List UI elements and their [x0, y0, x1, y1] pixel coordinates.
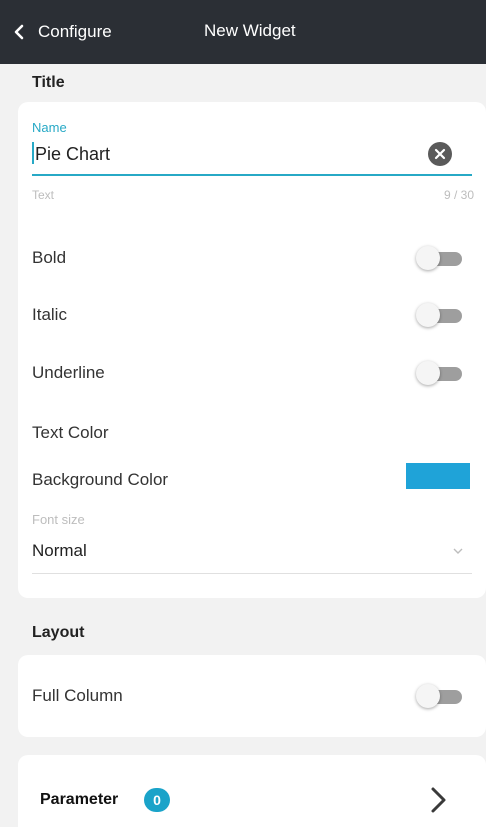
parameter-count-badge: 0 [144, 788, 170, 812]
clear-icon [434, 148, 446, 160]
back-button[interactable]: Configure [0, 0, 112, 64]
underline-toggle[interactable] [416, 360, 464, 386]
back-label: Configure [38, 22, 112, 41]
name-field-label: Name [32, 120, 67, 135]
top-bar: Configure New Widget [0, 0, 486, 64]
layout-card: Full Column [18, 655, 486, 737]
background-color-label: Background Color [32, 470, 169, 489]
text-color-label[interactable]: Text Color [32, 423, 109, 443]
toggle-thumb [416, 361, 440, 385]
font-size-select[interactable]: Normal [32, 541, 87, 561]
name-input[interactable]: Pie Chart [32, 142, 110, 165]
name-char-counter: 9 / 30 [443, 188, 474, 202]
page-title: New Widget [204, 21, 296, 40]
italic-label: Italic [32, 305, 67, 324]
parameter-row[interactable]: Parameter 0 [18, 755, 486, 827]
italic-toggle[interactable] [416, 302, 464, 328]
name-input-value: Pie Chart [35, 144, 111, 164]
underline-label: Underline [32, 363, 105, 382]
title-section-heading: Title [32, 74, 65, 91]
chevron-down-icon[interactable] [452, 545, 464, 557]
bold-label: Bold [32, 248, 67, 267]
chevron-right-icon[interactable] [428, 785, 450, 815]
name-field-underline [32, 174, 472, 176]
toggle-thumb [416, 303, 440, 327]
background-color-swatch[interactable] [406, 463, 470, 489]
name-field-helper: Text [32, 188, 55, 202]
full-column-label: Full Column [32, 686, 123, 705]
bold-toggle[interactable] [416, 245, 464, 271]
layout-section-heading: Layout [32, 624, 85, 641]
parameter-label: Parameter [40, 791, 119, 808]
full-column-toggle[interactable] [416, 683, 464, 709]
back-chevron-icon [14, 24, 24, 40]
toggle-thumb [416, 246, 440, 270]
title-settings-card: Name Pie Chart Text 9 / 30 Bold Italic U… [18, 102, 486, 598]
font-size-label: Font size [32, 512, 85, 527]
text-caret [32, 142, 34, 164]
font-size-underline [32, 573, 472, 574]
clear-name-button[interactable] [428, 142, 452, 166]
toggle-thumb [416, 684, 440, 708]
